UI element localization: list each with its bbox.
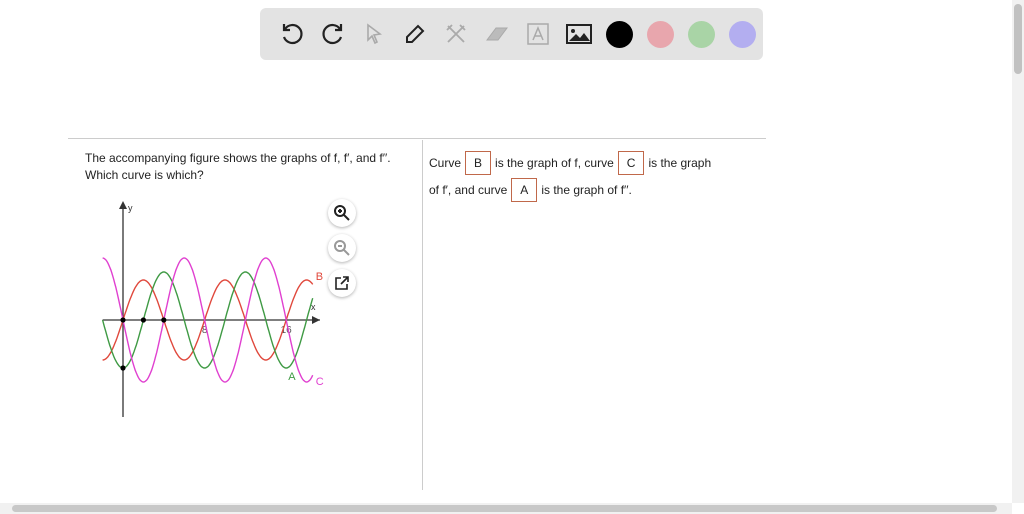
x-axis-arrow — [312, 316, 320, 324]
question-text: The accompanying figure shows the graphs… — [85, 151, 391, 182]
zoom-out-button[interactable] — [328, 234, 356, 262]
marked-point — [120, 317, 126, 323]
answer-box-f-double-prime[interactable]: A — [511, 178, 538, 202]
drawing-toolbar — [260, 8, 763, 60]
open-external-button[interactable] — [328, 269, 356, 297]
color-pink[interactable] — [640, 14, 681, 54]
zoom-in-button[interactable] — [328, 199, 356, 227]
y-axis-label: y — [128, 203, 133, 213]
scroll-thumb[interactable] — [1014, 4, 1022, 74]
redo-icon[interactable] — [313, 14, 354, 54]
curve-label-B: B — [316, 271, 323, 283]
color-purple[interactable] — [722, 14, 763, 54]
answer-part: is the graph of f′′. — [541, 183, 632, 197]
marked-point — [161, 317, 167, 323]
answer-part: is the graph of f, curve — [495, 156, 614, 170]
answer-box-f[interactable]: B — [465, 151, 492, 175]
divider — [68, 138, 766, 139]
answer-part: of f′, and curve — [429, 183, 508, 197]
y-axis-arrow — [119, 201, 127, 209]
curve-label-C: C — [316, 376, 324, 388]
tools-icon[interactable] — [436, 14, 477, 54]
answer-part: is the graph — [648, 156, 712, 170]
color-black[interactable] — [599, 14, 640, 54]
vertical-scrollbar[interactable] — [1012, 0, 1024, 503]
marked-point — [120, 365, 126, 371]
image-icon[interactable] — [558, 14, 599, 54]
text-tool-icon[interactable] — [518, 14, 559, 54]
marked-point — [140, 317, 146, 323]
scroll-thumb[interactable] — [12, 505, 997, 512]
undo-icon[interactable] — [272, 14, 313, 54]
eraser-icon[interactable] — [477, 14, 518, 54]
select-cursor-icon[interactable] — [354, 14, 395, 54]
color-green[interactable] — [681, 14, 722, 54]
curves-figure: yx8 16BA C — [101, 201, 324, 417]
horizontal-scrollbar[interactable] — [0, 503, 1012, 514]
curve-label-A: A — [288, 371, 296, 383]
divider — [422, 140, 423, 490]
answer-part: Curve — [429, 156, 462, 170]
pen-icon[interactable] — [395, 14, 436, 54]
answer-box-f-prime[interactable]: C — [617, 151, 645, 175]
answer-text: Curve Bis the graph of f, curve Cis the gr… — [429, 150, 769, 204]
